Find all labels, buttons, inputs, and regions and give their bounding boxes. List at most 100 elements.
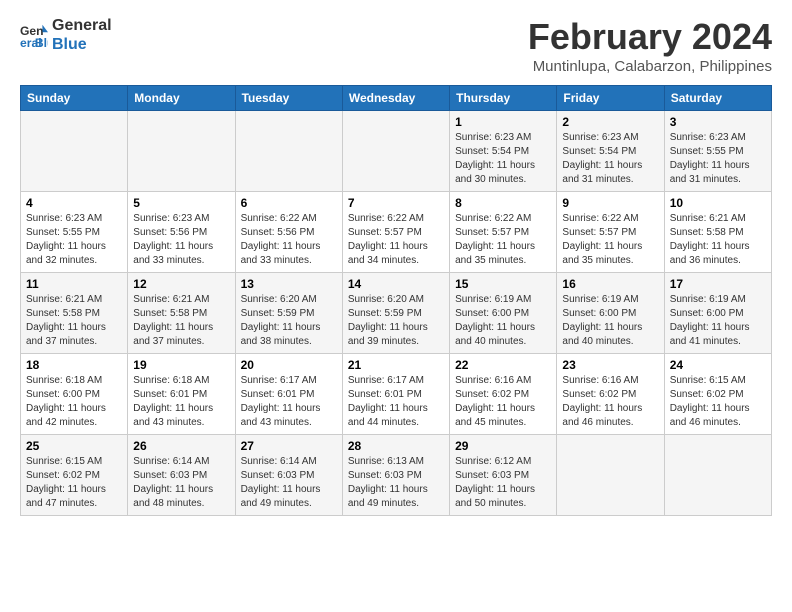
day-number: 17 [670, 277, 766, 291]
day-info: Sunrise: 6:21 AM Sunset: 5:58 PM Dayligh… [26, 293, 122, 349]
day-info: Sunrise: 6:18 AM Sunset: 6:01 PM Dayligh… [133, 374, 229, 430]
header-day-saturday: Saturday [664, 86, 771, 111]
day-info: Sunrise: 6:16 AM Sunset: 6:02 PM Dayligh… [455, 374, 551, 430]
day-number: 12 [133, 277, 229, 291]
header-day-tuesday: Tuesday [235, 86, 342, 111]
logo-icon: Gen eral Blue [20, 21, 48, 49]
day-number: 3 [670, 115, 766, 129]
day-info: Sunrise: 6:17 AM Sunset: 6:01 PM Dayligh… [348, 374, 444, 430]
logo-line2: Blue [52, 35, 112, 54]
day-number: 6 [241, 196, 337, 210]
day-number: 10 [670, 196, 766, 210]
day-number: 8 [455, 196, 551, 210]
day-number: 26 [133, 439, 229, 453]
header-day-monday: Monday [128, 86, 235, 111]
day-number: 18 [26, 358, 122, 372]
logo: Gen eral Blue General Blue [20, 16, 112, 54]
calendar-cell [664, 435, 771, 516]
day-info: Sunrise: 6:14 AM Sunset: 6:03 PM Dayligh… [133, 455, 229, 511]
day-number: 1 [455, 115, 551, 129]
day-info: Sunrise: 6:23 AM Sunset: 5:55 PM Dayligh… [670, 131, 766, 187]
day-info: Sunrise: 6:22 AM Sunset: 5:56 PM Dayligh… [241, 212, 337, 268]
calendar-cell: 12 Sunrise: 6:21 AM Sunset: 5:58 PM Dayli… [128, 273, 235, 354]
day-number: 7 [348, 196, 444, 210]
calendar-cell [557, 435, 664, 516]
day-info: Sunrise: 6:23 AM Sunset: 5:54 PM Dayligh… [455, 131, 551, 187]
day-info: Sunrise: 6:23 AM Sunset: 5:54 PM Dayligh… [562, 131, 658, 187]
day-number: 23 [562, 358, 658, 372]
calendar-cell: 6 Sunrise: 6:22 AM Sunset: 5:56 PM Daylig… [235, 192, 342, 273]
page-header: Gen eral Blue General Blue February 2024… [20, 16, 772, 75]
calendar-cell: 19Sunrise: 6:18 AM Sunset: 6:01 PM Dayli… [128, 354, 235, 435]
day-number: 15 [455, 277, 551, 291]
day-info: Sunrise: 6:20 AM Sunset: 5:59 PM Dayligh… [348, 293, 444, 349]
header-day-sunday: Sunday [21, 86, 128, 111]
page-title: February 2024 [528, 16, 772, 58]
calendar-cell: 1 Sunrise: 6:23 AM Sunset: 5:54 PM Daylig… [450, 111, 557, 192]
day-info: Sunrise: 6:21 AM Sunset: 5:58 PM Dayligh… [670, 212, 766, 268]
header-day-thursday: Thursday [450, 86, 557, 111]
calendar-cell [342, 111, 449, 192]
day-info: Sunrise: 6:19 AM Sunset: 6:00 PM Dayligh… [455, 293, 551, 349]
header-day-friday: Friday [557, 86, 664, 111]
calendar-week-2: 4Sunrise: 6:23 AM Sunset: 5:55 PM Daylig… [21, 192, 772, 273]
day-info: Sunrise: 6:21 AM Sunset: 5:58 PM Dayligh… [133, 293, 229, 349]
calendar-cell: 23 Sunrise: 6:16 AM Sunset: 6:02 PM Dayli… [557, 354, 664, 435]
title-area: February 2024 Muntinlupa, Calabarzon, Ph… [528, 16, 772, 75]
calendar-cell [235, 111, 342, 192]
calendar-cell: 28Sunrise: 6:13 AM Sunset: 6:03 PM Dayli… [342, 435, 449, 516]
day-info: Sunrise: 6:20 AM Sunset: 5:59 PM Dayligh… [241, 293, 337, 349]
calendar-cell: 4Sunrise: 6:23 AM Sunset: 5:55 PM Daylig… [21, 192, 128, 273]
day-number: 24 [670, 358, 766, 372]
day-info: Sunrise: 6:12 AM Sunset: 6:03 PM Dayligh… [455, 455, 551, 511]
calendar-cell: 21 Sunrise: 6:17 AM Sunset: 6:01 PM Dayli… [342, 354, 449, 435]
day-info: Sunrise: 6:18 AM Sunset: 6:00 PM Dayligh… [26, 374, 122, 430]
day-info: Sunrise: 6:23 AM Sunset: 5:56 PM Dayligh… [133, 212, 229, 268]
day-number: 27 [241, 439, 337, 453]
day-number: 14 [348, 277, 444, 291]
calendar-cell: 29Sunrise: 6:12 AM Sunset: 6:03 PM Dayli… [450, 435, 557, 516]
calendar-cell: 24Sunrise: 6:15 AM Sunset: 6:02 PM Dayli… [664, 354, 771, 435]
day-number: 11 [26, 277, 122, 291]
day-info: Sunrise: 6:17 AM Sunset: 6:01 PM Dayligh… [241, 374, 337, 430]
calendar-cell: 2 Sunrise: 6:23 AM Sunset: 5:54 PM Daylig… [557, 111, 664, 192]
day-number: 20 [241, 358, 337, 372]
day-info: Sunrise: 6:13 AM Sunset: 6:03 PM Dayligh… [348, 455, 444, 511]
day-info: Sunrise: 6:14 AM Sunset: 6:03 PM Dayligh… [241, 455, 337, 511]
calendar-cell: 13 Sunrise: 6:20 AM Sunset: 5:59 PM Dayli… [235, 273, 342, 354]
calendar-cell: 16 Sunrise: 6:19 AM Sunset: 6:00 PM Dayli… [557, 273, 664, 354]
day-info: Sunrise: 6:19 AM Sunset: 6:00 PM Dayligh… [670, 293, 766, 349]
day-number: 5 [133, 196, 229, 210]
calendar-cell: 25Sunrise: 6:15 AM Sunset: 6:02 PM Dayli… [21, 435, 128, 516]
calendar-week-4: 18 Sunrise: 6:18 AM Sunset: 6:00 PM Dayli… [21, 354, 772, 435]
day-info: Sunrise: 6:22 AM Sunset: 5:57 PM Dayligh… [562, 212, 658, 268]
calendar-week-1: 1 Sunrise: 6:23 AM Sunset: 5:54 PM Daylig… [21, 111, 772, 192]
calendar-cell: 7 Sunrise: 6:22 AM Sunset: 5:57 PM Daylig… [342, 192, 449, 273]
header-day-wednesday: Wednesday [342, 86, 449, 111]
calendar-cell [21, 111, 128, 192]
day-info: Sunrise: 6:16 AM Sunset: 6:02 PM Dayligh… [562, 374, 658, 430]
calendar-cell: 22Sunrise: 6:16 AM Sunset: 6:02 PM Dayli… [450, 354, 557, 435]
day-number: 21 [348, 358, 444, 372]
calendar-cell [128, 111, 235, 192]
calendar-cell: 17 Sunrise: 6:19 AM Sunset: 6:00 PM Dayli… [664, 273, 771, 354]
calendar-header-row: SundayMondayTuesdayWednesdayThursdayFrid… [21, 86, 772, 111]
calendar-cell: 10 Sunrise: 6:21 AM Sunset: 5:58 PM Dayli… [664, 192, 771, 273]
day-number: 16 [562, 277, 658, 291]
calendar-cell: 5 Sunrise: 6:23 AM Sunset: 5:56 PM Daylig… [128, 192, 235, 273]
calendar-cell: 8 Sunrise: 6:22 AM Sunset: 5:57 PM Daylig… [450, 192, 557, 273]
day-info: Sunrise: 6:23 AM Sunset: 5:55 PM Dayligh… [26, 212, 122, 268]
calendar-cell: 18 Sunrise: 6:18 AM Sunset: 6:00 PM Dayli… [21, 354, 128, 435]
day-number: 25 [26, 439, 122, 453]
day-info: Sunrise: 6:22 AM Sunset: 5:57 PM Dayligh… [348, 212, 444, 268]
calendar-week-5: 25Sunrise: 6:15 AM Sunset: 6:02 PM Dayli… [21, 435, 772, 516]
day-info: Sunrise: 6:22 AM Sunset: 5:57 PM Dayligh… [455, 212, 551, 268]
day-number: 13 [241, 277, 337, 291]
calendar-table: SundayMondayTuesdayWednesdayThursdayFrid… [20, 85, 772, 516]
day-info: Sunrise: 6:19 AM Sunset: 6:00 PM Dayligh… [562, 293, 658, 349]
calendar-cell: 27 Sunrise: 6:14 AM Sunset: 6:03 PM Dayli… [235, 435, 342, 516]
day-number: 2 [562, 115, 658, 129]
page-subtitle: Muntinlupa, Calabarzon, Philippines [528, 58, 772, 75]
svg-text:Blue: Blue [35, 36, 48, 49]
calendar-cell: 3 Sunrise: 6:23 AM Sunset: 5:55 PM Daylig… [664, 111, 771, 192]
